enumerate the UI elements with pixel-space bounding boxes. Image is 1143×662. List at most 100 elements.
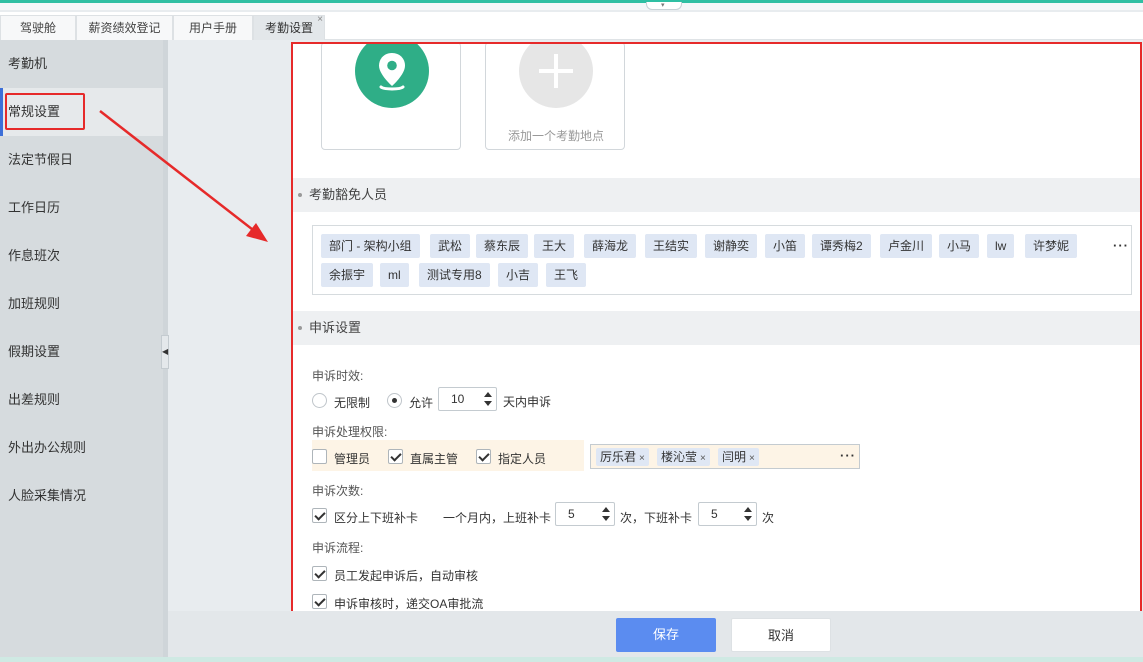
checkbox-distinguish-punch[interactable] bbox=[312, 508, 327, 523]
stepper-arrows-icon[interactable] bbox=[600, 503, 614, 525]
checkbox-submit-oa[interactable] bbox=[312, 594, 327, 609]
off-duty-count-value: 5 bbox=[711, 507, 718, 521]
appeal-count-label: 申诉次数: bbox=[312, 484, 364, 498]
annotation-highlight-box bbox=[5, 93, 85, 130]
location-pin-icon bbox=[379, 53, 405, 91]
exempt-personnel-list[interactable]: 部门 - 架构小组 武松 蔡东辰 王大 薛海龙 王结实 谢静奕 小笛 谭秀梅2 … bbox=[312, 225, 1132, 295]
person-name: 楼沁莹 bbox=[661, 450, 698, 464]
plus-icon bbox=[539, 54, 573, 88]
radio-unlimited[interactable] bbox=[312, 393, 327, 408]
checkbox-admin-label: 管理员 bbox=[334, 452, 371, 466]
sidebar-item-outside-work-rules[interactable]: 外出办公规则 bbox=[0, 424, 163, 472]
radio-allow[interactable] bbox=[387, 393, 402, 408]
off-duty-count-stepper[interactable]: 5 bbox=[698, 502, 757, 526]
checkbox-specified-person[interactable] bbox=[476, 449, 491, 464]
off-punch-text: 次，下班补卡 bbox=[620, 511, 693, 525]
sidebar-item-shifts[interactable]: 作息班次 bbox=[0, 232, 163, 280]
radio-allow-label: 允许 bbox=[409, 396, 434, 410]
exempt-chip[interactable]: 部门 - 架构小组 bbox=[321, 234, 420, 258]
exempt-chip[interactable]: 薛海龙 bbox=[584, 234, 637, 258]
person-chip[interactable]: 闫明 × bbox=[718, 448, 759, 466]
person-name: 闫明 bbox=[722, 450, 747, 464]
specified-people-field[interactable]: 厉乐君 × 楼沁莹 × 闫明 × ··· bbox=[590, 444, 860, 469]
checkbox-direct-supervisor[interactable] bbox=[388, 449, 403, 464]
chevron-left-icon: ◀ bbox=[162, 347, 169, 356]
exempt-chip[interactable]: 王结实 bbox=[645, 234, 698, 258]
on-duty-count-value: 5 bbox=[568, 507, 575, 521]
on-duty-count-stepper[interactable]: 5 bbox=[555, 502, 615, 526]
section-exempt-personnel: 考勤豁免人员 bbox=[293, 178, 1140, 212]
exempt-chip[interactable]: 小吉 bbox=[498, 263, 539, 287]
appeal-days-stepper[interactable]: 10 bbox=[438, 387, 497, 411]
tab-attendance-settings[interactable]: 考勤设置 × bbox=[253, 14, 325, 40]
sidebar-item-face-collection[interactable]: 人脸采集情况 bbox=[0, 472, 163, 520]
tab-bar: 驾驶舱 薪资绩效登记 用户手册 考勤设置 × bbox=[0, 12, 1143, 40]
location-pin-badge bbox=[355, 44, 429, 108]
person-chip[interactable]: 厉乐君 × bbox=[596, 448, 649, 466]
appeal-days-value: 10 bbox=[451, 392, 465, 406]
checkbox-auto-review[interactable] bbox=[312, 566, 327, 581]
tab-label: 考勤设置 bbox=[264, 21, 313, 35]
exempt-chip[interactable]: 测试专用8 bbox=[419, 263, 490, 287]
remove-icon[interactable]: × bbox=[700, 453, 706, 464]
checkbox-submit-oa-label: 申诉审核时，递交OA审批流 bbox=[334, 597, 484, 611]
settings-panel: 添加一个考勤地点 考勤豁免人员 部门 - 架构小组 武松 蔡东辰 王大 薛海龙 … bbox=[291, 42, 1142, 616]
sidebar-item-business-trip-rules[interactable]: 出差规则 bbox=[0, 376, 163, 424]
appeal-permission-label: 申诉处理权限: bbox=[312, 425, 388, 439]
month-on-punch-text: 一个月内，上班补卡 bbox=[443, 511, 552, 525]
stepper-arrows-icon[interactable] bbox=[482, 388, 496, 410]
sidebar-item-overtime-rules[interactable]: 加班规则 bbox=[0, 280, 163, 328]
exempt-chip[interactable]: 蔡东辰 bbox=[476, 234, 529, 258]
exempt-chip[interactable]: 武松 bbox=[430, 234, 471, 258]
tab-salary-performance[interactable]: 薪资绩效登记 bbox=[76, 15, 173, 40]
add-location-label: 添加一个考勤地点 bbox=[507, 129, 604, 143]
action-footer: 保存 取消 bbox=[168, 611, 1143, 662]
exempt-chip[interactable]: ml bbox=[380, 263, 409, 287]
exempt-chip[interactable]: 余振宇 bbox=[321, 263, 374, 287]
person-name: 厉乐君 bbox=[600, 450, 637, 464]
appeal-days-suffix: 天内申诉 bbox=[503, 395, 552, 409]
exempt-chip[interactable]: lw bbox=[987, 234, 1015, 258]
sidebar-collapse-toggle[interactable]: ◀ bbox=[161, 335, 169, 369]
checkbox-specified-person-label: 指定人员 bbox=[498, 452, 547, 466]
exempt-chip[interactable]: 谭秀梅2 bbox=[812, 234, 871, 258]
exempt-chip[interactable]: 谢静奕 bbox=[705, 234, 758, 258]
remove-icon[interactable]: × bbox=[639, 453, 645, 464]
checkbox-auto-review-label: 员工发起申诉后，自动审核 bbox=[334, 569, 479, 583]
window-top-strip: ▾ bbox=[0, 0, 1143, 10]
sidebar-item-attendance-machine[interactable]: 考勤机 bbox=[0, 40, 163, 88]
checkbox-distinguish-punch-label: 区分上下班补卡 bbox=[334, 511, 419, 525]
more-icon[interactable]: ··· bbox=[1113, 238, 1129, 253]
chevron-down-icon: ▾ bbox=[661, 2, 665, 9]
sidebar: 考勤机 常规设置 法定节假日 工作日历 作息班次 加班规则 假期设置 出差规则 … bbox=[0, 40, 163, 662]
checkbox-direct-supervisor-label: 直属主管 bbox=[410, 452, 459, 466]
collapse-header-handle[interactable]: ▾ bbox=[646, 2, 682, 10]
exempt-chip[interactable]: 王大 bbox=[534, 234, 575, 258]
appeal-flow-label: 申诉流程: bbox=[312, 541, 364, 555]
exempt-chip[interactable]: 许梦妮 bbox=[1025, 234, 1078, 258]
sidebar-item-work-calendar[interactable]: 工作日历 bbox=[0, 184, 163, 232]
section-appeal-settings: 申诉设置 bbox=[293, 311, 1140, 345]
add-location-badge bbox=[519, 44, 593, 108]
save-button[interactable]: 保存 bbox=[616, 618, 716, 652]
exempt-chip[interactable]: 小马 bbox=[939, 234, 980, 258]
exempt-chip[interactable]: 王飞 bbox=[546, 263, 587, 287]
close-icon[interactable]: × bbox=[317, 7, 323, 32]
exempt-chip[interactable]: 卢金川 bbox=[880, 234, 933, 258]
radio-unlimited-label: 无限制 bbox=[334, 396, 371, 410]
cancel-button[interactable]: 取消 bbox=[731, 618, 831, 652]
exempt-chip[interactable]: 小笛 bbox=[765, 234, 806, 258]
sidebar-item-leave-settings[interactable]: 假期设置 bbox=[0, 328, 163, 376]
checkbox-admin[interactable] bbox=[312, 449, 327, 464]
sidebar-item-holidays[interactable]: 法定节假日 bbox=[0, 136, 163, 184]
more-icon[interactable]: ··· bbox=[840, 448, 856, 463]
add-location-card[interactable]: 添加一个考勤地点 bbox=[485, 44, 625, 150]
tab-user-manual[interactable]: 用户手册 bbox=[173, 15, 253, 40]
attendance-location-card[interactable] bbox=[321, 44, 461, 150]
remove-icon[interactable]: × bbox=[749, 453, 755, 464]
tab-cockpit[interactable]: 驾驶舱 bbox=[0, 15, 76, 40]
stepper-arrows-icon[interactable] bbox=[742, 503, 756, 525]
times-suffix: 次 bbox=[762, 511, 775, 525]
person-chip[interactable]: 楼沁莹 × bbox=[657, 448, 710, 466]
appeal-time-label: 申诉时效: bbox=[312, 369, 364, 383]
